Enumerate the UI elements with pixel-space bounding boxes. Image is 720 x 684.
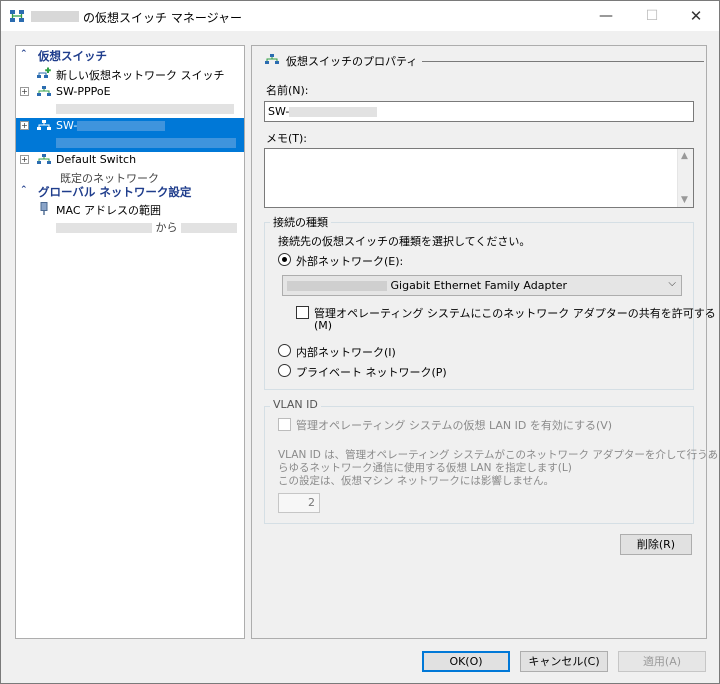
apply-button[interactable]: 適用(A)	[618, 651, 706, 672]
memo-scrollbar[interactable]: ▲ ▼	[677, 149, 693, 207]
cancel-button[interactable]: キャンセル(C)	[520, 651, 608, 672]
external-network-radio[interactable]	[278, 253, 291, 266]
vlan-group-title: VLAN ID	[270, 398, 321, 411]
switch-name-prefix: SW-	[56, 119, 78, 132]
switch-properties-pane: 仮想スイッチのプロパティ 名前(N): SW- メモ(T): ▲ ▼ 接続の種類…	[251, 45, 718, 639]
vlan-enable-checkbox[interactable]	[278, 418, 291, 431]
private-network-radio[interactable]	[278, 364, 291, 377]
expand-icon[interactable]: +	[20, 121, 29, 130]
vlan-enable-label[interactable]: 管理オペレーティング システムの仮想 LAN ID を有効にする(V)	[296, 417, 612, 433]
minimize-button[interactable]: —	[583, 1, 629, 31]
close-button[interactable]: ✕	[673, 1, 719, 31]
network-switch-icon	[37, 120, 51, 130]
vlan-id-input[interactable]: 2	[278, 493, 320, 513]
internal-network-radio[interactable]	[278, 344, 291, 357]
tree-item-switch-pppoe[interactable]: + SW-PPPoE	[16, 84, 244, 118]
network-switch-icon	[10, 10, 24, 22]
expand-icon[interactable]: +	[20, 155, 29, 164]
section-header-virtual-switches[interactable]: ⌃ 仮想スイッチ	[18, 48, 242, 64]
name-input[interactable]: SW-	[264, 101, 694, 122]
collapse-chevron-icon: ⌃	[20, 49, 28, 59]
expand-icon[interactable]: +	[20, 87, 29, 96]
connection-type-description: 接続先の仮想スイッチの種類を選択してください。	[278, 235, 531, 248]
vlan-description-line3: この設定は、仮想マシン ネットワークには影響しません。	[278, 475, 555, 487]
redacted-host-name	[31, 11, 79, 22]
external-network-label[interactable]: 外部ネットワーク(E):	[296, 253, 403, 269]
share-adapter-label-accelerator: (M)	[314, 319, 333, 332]
private-network-label[interactable]: プライベート ネットワーク(P)	[296, 364, 447, 380]
tree-item-switch-selected[interactable]: + SW-	[16, 118, 244, 152]
memo-textarea[interactable]: ▲ ▼	[264, 148, 694, 208]
network-switch-icon	[37, 154, 51, 164]
properties-header: 仮想スイッチのプロパティ	[264, 52, 704, 68]
chevron-down-icon: ⌵	[668, 278, 676, 289]
adapter-select[interactable]: Gigabit Ethernet Family Adapter ⌵	[282, 275, 682, 296]
tree-item-default-switch[interactable]: + Default Switch 既定のネットワーク	[16, 152, 244, 186]
tree-item-new-switch[interactable]: 新しい仮想ネットワーク スイッチ	[16, 66, 244, 84]
network-switch-icon	[37, 86, 51, 96]
share-adapter-label[interactable]: 管理オペレーティング システムにこのネットワーク アダプターの共有を許可する	[314, 305, 716, 321]
window-title: の仮想スイッチ マネージャー	[83, 11, 242, 25]
scroll-up-icon[interactable]: ▲	[681, 151, 688, 161]
ok-button[interactable]: OK(O)	[422, 651, 510, 672]
delete-button[interactable]: 削除(R)	[620, 534, 692, 555]
maximize-button[interactable]: ☐	[629, 1, 675, 31]
virtual-switch-manager-window: の仮想スイッチ マネージャー — ☐ ✕ ⌃ 仮想スイッチ 新しい仮想ネットワー…	[0, 0, 720, 684]
name-label: 名前(N):	[266, 84, 309, 97]
redacted-adapter-name	[56, 102, 234, 115]
title-bar: の仮想スイッチ マネージャー — ☐ ✕	[1, 1, 719, 31]
redacted-adapter-name	[56, 136, 236, 149]
network-switch-icon	[265, 54, 279, 64]
share-adapter-checkbox[interactable]	[296, 306, 309, 319]
scroll-down-icon[interactable]: ▼	[681, 195, 688, 205]
network-adapter-icon	[40, 202, 48, 215]
tree-item-mac-range[interactable]: MAC アドレスの範囲 から	[16, 201, 244, 235]
connection-type-title: 接続の種類	[270, 214, 331, 230]
collapse-chevron-icon: ⌃	[20, 185, 28, 195]
add-switch-icon	[37, 67, 51, 78]
switch-tree-pane[interactable]: ⌃ 仮想スイッチ 新しい仮想ネットワーク スイッチ + SW-PPPoE + S…	[15, 45, 245, 639]
memo-label: メモ(T):	[266, 132, 308, 145]
section-header-global-network[interactable]: ⌃ グローバル ネットワーク設定	[18, 184, 242, 200]
internal-network-label[interactable]: 内部ネットワーク(I)	[296, 344, 396, 360]
